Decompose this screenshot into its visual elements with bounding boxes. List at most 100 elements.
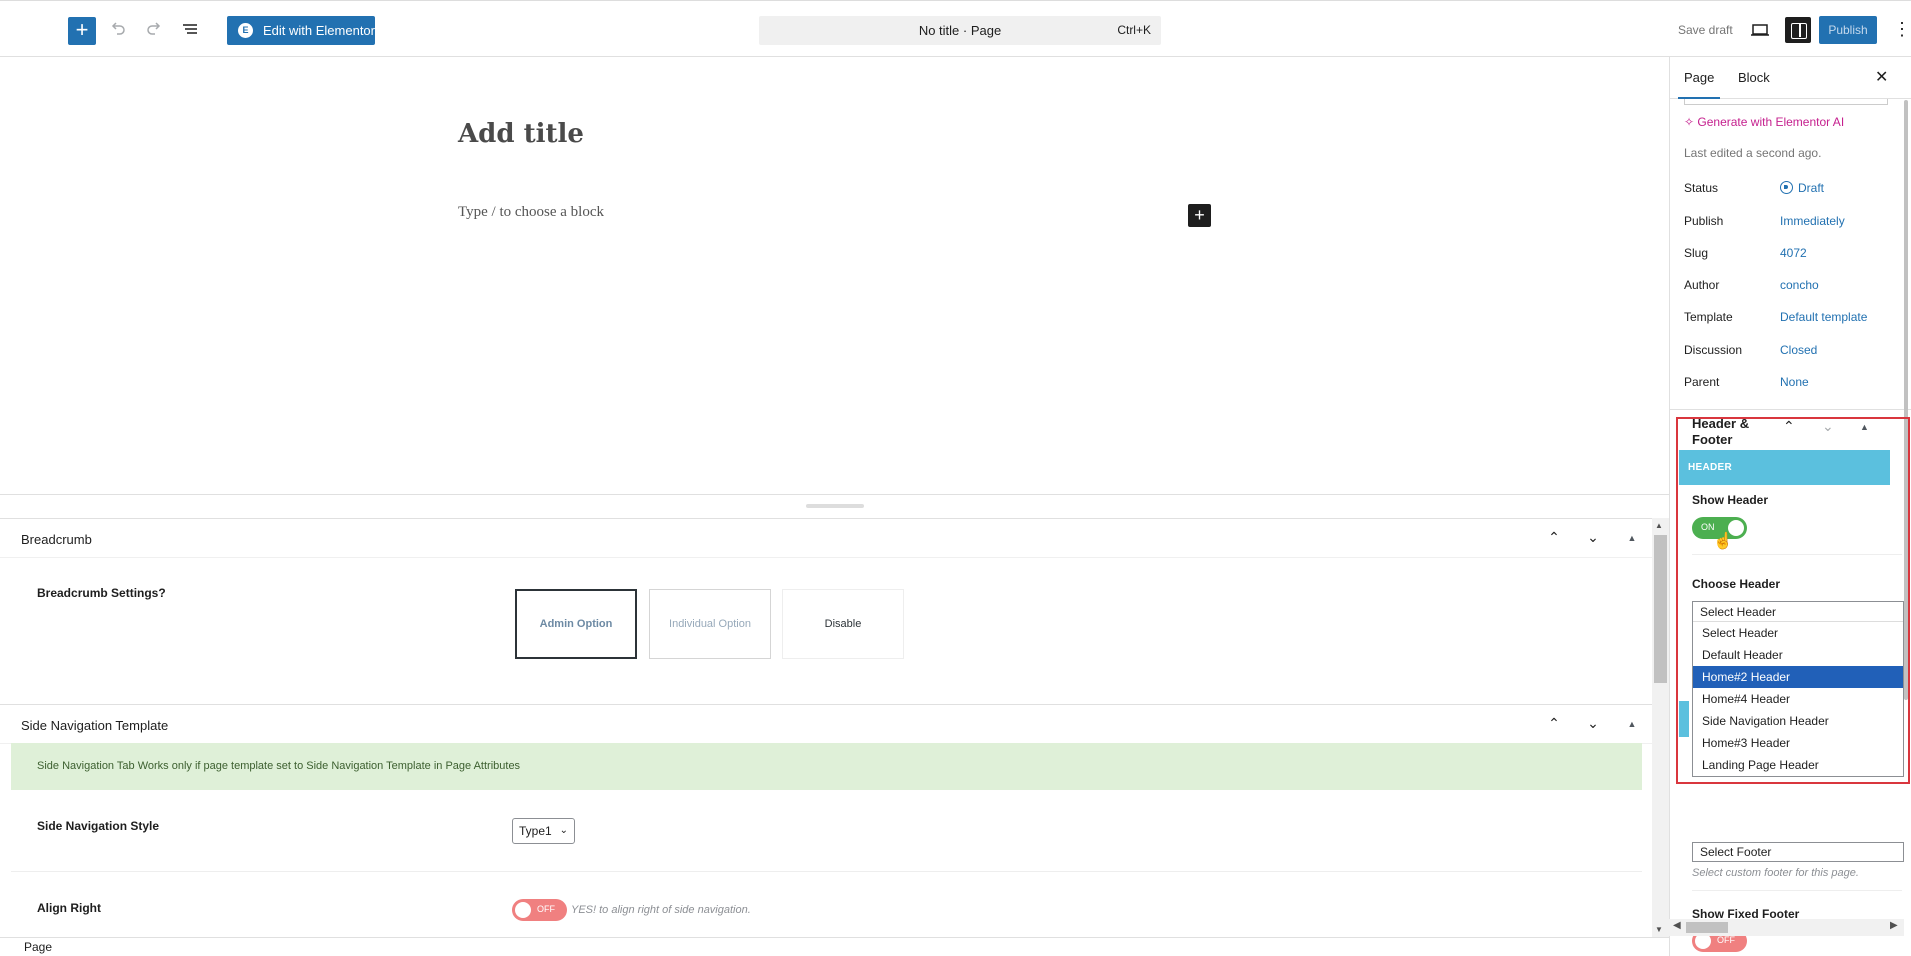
move-down-icon[interactable]: ⌄ [1583, 529, 1603, 546]
scroll-left-icon[interactable]: ◀ [1673, 920, 1681, 931]
divider [1670, 409, 1911, 410]
shortcut-hint: Ctrl+K [1117, 23, 1151, 37]
collapse-icon[interactable]: ▲ [1622, 719, 1642, 729]
editor-toolbar: + E Edit with Elementor No title · Page … [0, 0, 1911, 57]
tab-page[interactable]: Page [1677, 70, 1721, 99]
command-palette-bar[interactable]: No title · Page Ctrl+K [759, 16, 1161, 45]
header-option[interactable]: Home#3 Header [1693, 732, 1903, 754]
scroll-thumb[interactable] [1686, 922, 1728, 933]
elementor-logo-icon: E [238, 23, 253, 38]
collapse-icon[interactable]: ▲ [1860, 422, 1869, 432]
move-up-icon[interactable]: ⌃ [1544, 529, 1564, 546]
individual-option-button[interactable]: Individual Option [649, 589, 771, 659]
choose-header-select[interactable]: Select Header Select Header Default Head… [1692, 601, 1904, 777]
close-icon[interactable]: ✕ [1875, 67, 1888, 87]
scroll-right-icon[interactable]: ▶ [1890, 920, 1898, 931]
scroll-thumb[interactable] [1654, 535, 1667, 683]
status-value[interactable]: Draft [1780, 181, 1824, 195]
select-current-value[interactable]: Select Header [1693, 602, 1903, 622]
collapse-icon[interactable]: ▲ [1622, 533, 1642, 543]
more-options-icon[interactable]: ⋮ [1893, 19, 1911, 39]
header-option[interactable]: Default Header [1693, 644, 1903, 666]
document-title: No title · Page [918, 23, 1002, 38]
scroll-thumb[interactable] [1904, 100, 1908, 700]
sidebar-horizontal-scrollbar[interactable]: ◀ ▶ [1669, 919, 1904, 936]
side-nav-metabox-header[interactable]: Side Navigation Template ⌃ ⌄ ▲ [0, 704, 1652, 744]
desktop-icon [1751, 24, 1769, 36]
scroll-up-icon[interactable]: ▲ [1655, 521, 1663, 530]
scroll-down-icon[interactable]: ▼ [1655, 925, 1663, 934]
divider [11, 871, 1642, 872]
block-appender[interactable]: Type / to choose a block [458, 204, 604, 221]
redo-button[interactable] [141, 18, 167, 44]
sidebar-scrollbar[interactable] [1904, 100, 1911, 920]
toggle-text: OFF [537, 904, 555, 914]
breadcrumb-metabox-header[interactable]: Breadcrumb ⌃ ⌄ ▲ [0, 518, 1652, 558]
block-inserter-button[interactable]: + [68, 17, 96, 45]
header-option[interactable]: Select Header [1693, 622, 1903, 644]
settings-sidebar-toggle[interactable] [1785, 17, 1811, 43]
admin-option-button[interactable]: Admin Option [515, 589, 637, 659]
author-value[interactable]: concho [1780, 278, 1819, 292]
post-title-input[interactable]: Add title [458, 119, 584, 149]
hand-cursor-icon: ☝ [1713, 533, 1733, 550]
publish-button[interactable]: Publish [1819, 16, 1877, 44]
sidebar-tabs: Page Block ✕ [1670, 57, 1911, 99]
header-option[interactable]: Side Navigation Header [1693, 710, 1903, 732]
divider [1692, 890, 1902, 891]
discussion-label: Discussion [1684, 343, 1743, 357]
publish-label: Publish [1684, 214, 1724, 228]
resize-handle[interactable] [806, 504, 864, 508]
align-right-label: Align Right [37, 901, 101, 915]
last-edited-text: Last edited a second ago. [1684, 146, 1822, 160]
generate-ai-link[interactable]: ✧ Generate with Elementor AI [1684, 115, 1844, 129]
toggle-text: OFF [1717, 935, 1735, 945]
list-view-icon [183, 24, 197, 34]
header-option[interactable]: Home#4 Header [1693, 688, 1903, 710]
divider [1692, 554, 1902, 555]
header-footer-title: Header & Footer [1692, 416, 1750, 447]
parent-label: Parent [1684, 375, 1720, 389]
side-nav-style-label: Side Navigation Style [37, 819, 160, 833]
move-up-icon[interactable]: ⌃ [1783, 418, 1795, 435]
document-overview-button[interactable] [177, 18, 203, 44]
save-draft-button[interactable]: Save draft [1678, 23, 1733, 37]
disable-option-button[interactable]: Disable [782, 589, 904, 659]
move-down-icon[interactable]: ⌄ [1822, 418, 1834, 435]
breadcrumb-item[interactable]: Page [24, 940, 52, 954]
edit-with-elementor-button[interactable]: E Edit with Elementor [227, 16, 375, 45]
elementor-button-label: Edit with Elementor [263, 23, 375, 38]
choose-footer-select[interactable]: Select Footer [1692, 842, 1904, 862]
move-down-icon[interactable]: ⌄ [1583, 715, 1603, 732]
side-nav-style-select[interactable]: Type1 ⌄ [512, 818, 575, 844]
undo-icon [111, 22, 125, 35]
status-label: Status [1684, 181, 1719, 195]
parent-value[interactable]: None [1780, 375, 1809, 389]
side-nav-notice: Side Navigation Tab Works only if page t… [11, 743, 1642, 790]
header-footer-panel: Header & Footer ⌃ ⌄ ▲ HEADER Show Header… [1677, 416, 1911, 956]
header-section-banner[interactable]: HEADER [1679, 450, 1890, 485]
publish-value[interactable]: Immediately [1780, 214, 1845, 228]
preview-button[interactable] [1750, 20, 1770, 40]
discussion-value[interactable]: Closed [1780, 343, 1817, 357]
slug-value[interactable]: 4072 [1780, 246, 1807, 260]
template-value[interactable]: Default template [1780, 310, 1867, 324]
block-breadcrumb-bar: Page [0, 937, 1669, 956]
tab-block[interactable]: Block [1738, 70, 1770, 85]
metabox-scrollbar[interactable]: ▲ ▼ [1652, 518, 1669, 938]
align-right-toggle[interactable]: OFF [512, 899, 567, 921]
select-value: Type1 [519, 824, 552, 838]
featured-image-field[interactable] [1684, 99, 1888, 105]
metabox-title: Breadcrumb [21, 532, 92, 547]
metabox-area: Breadcrumb ⌃ ⌄ ▲ Breadcrumb Settings? Ad… [0, 518, 1652, 938]
add-block-button[interactable]: + [1188, 204, 1211, 227]
header-option[interactable]: Landing Page Header [1693, 754, 1903, 776]
undo-button[interactable] [105, 18, 131, 44]
plus-icon: + [75, 17, 89, 42]
move-up-icon[interactable]: ⌃ [1544, 715, 1564, 732]
status-text: Draft [1798, 181, 1825, 195]
footer-hint: Select custom footer for this page. [1692, 867, 1859, 879]
ai-link-label: Generate with Elementor AI [1697, 115, 1845, 129]
header-option-highlighted[interactable]: Home#2 Header [1693, 666, 1903, 688]
breadcrumb-settings-label: Breadcrumb Settings? [37, 586, 166, 600]
